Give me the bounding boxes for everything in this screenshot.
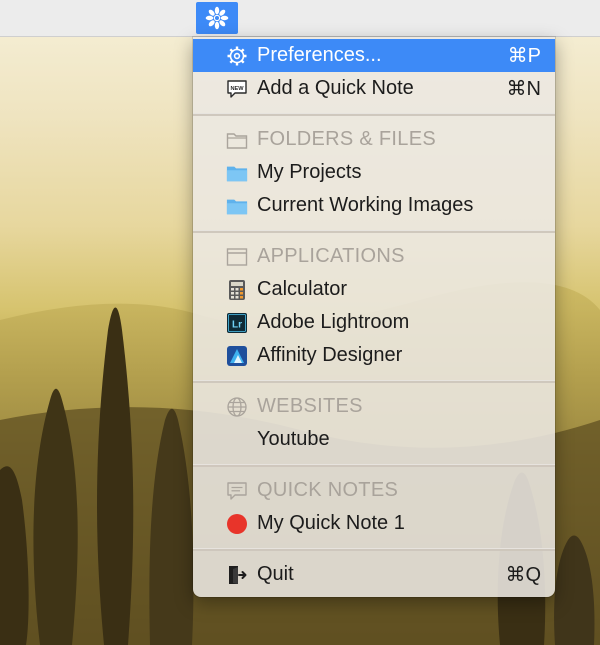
- menu-separator: [193, 380, 555, 383]
- menu-item-my-projects[interactable]: My Projects: [193, 156, 555, 189]
- calculator-app-icon: [226, 279, 248, 301]
- menu-item-affinity-designer[interactable]: Affinity Designer: [193, 339, 555, 372]
- shortcut-label: ⌘N: [506, 78, 541, 100]
- menu-separator: [193, 113, 555, 116]
- section-header-label: FOLDERS & FILES: [257, 128, 436, 150]
- section-header-label: WEBSITES: [257, 395, 363, 417]
- menu-item-label: Adobe Lightroom: [257, 311, 410, 333]
- shortcut-label: ⌘P: [507, 45, 541, 67]
- red-dot-icon: [226, 513, 248, 535]
- menu-item-youtube[interactable]: Youtube: [193, 423, 555, 456]
- menu-item-label: Quit: [257, 563, 294, 585]
- menu-item-label: Youtube: [257, 428, 330, 450]
- globe-icon: [226, 396, 248, 418]
- section-header-quick-notes: QUICK NOTES: [193, 474, 555, 507]
- section-header-websites: WEBSITES: [193, 390, 555, 423]
- folder-icon: [226, 195, 248, 217]
- menu-item-label: Current Working Images: [257, 194, 474, 216]
- menu-item-label: My Quick Note 1: [257, 512, 405, 534]
- menu-bar: [0, 0, 600, 37]
- lightroom-icon-text: Lr: [232, 319, 242, 330]
- menu-separator: [193, 464, 555, 467]
- menu-item-adobe-lightroom[interactable]: Lr Adobe Lightroom: [193, 306, 555, 339]
- menu-item-label: Preferences...: [257, 44, 382, 66]
- exit-door-icon: [226, 564, 248, 586]
- section-header-applications: APPLICATIONS: [193, 240, 555, 273]
- asterisk-flower-icon: [205, 6, 229, 30]
- menu-item-calculator[interactable]: Calculator: [193, 273, 555, 306]
- folder-icon: [226, 162, 248, 184]
- menu-item-label: Add a Quick Note: [257, 77, 414, 99]
- new-note-icon: NEW: [226, 78, 248, 100]
- menu-item-label: Calculator: [257, 278, 348, 300]
- menu-item-label: Affinity Designer: [257, 344, 403, 366]
- new-note-icon-text: NEW: [230, 85, 244, 91]
- status-menu-button[interactable]: [196, 2, 238, 34]
- menu-item-preferences[interactable]: Preferences... ⌘P: [193, 39, 555, 72]
- menu-item-label: My Projects: [257, 161, 362, 183]
- section-header-label: APPLICATIONS: [257, 245, 405, 267]
- menu-item-my-quick-note-1[interactable]: My Quick Note 1: [193, 507, 555, 540]
- speech-bubble-icon: [226, 480, 248, 502]
- affinity-designer-app-icon: [226, 345, 248, 367]
- menu-item-quit[interactable]: Quit ⌘Q: [193, 558, 555, 591]
- section-header-folders-files: FOLDERS & FILES: [193, 123, 555, 156]
- lightroom-app-icon: Lr: [226, 312, 248, 334]
- dropdown-menu: Preferences... ⌘P NEW Add a Quick Note ⌘…: [193, 37, 555, 597]
- window-icon: [226, 246, 248, 268]
- section-header-label: QUICK NOTES: [257, 479, 399, 501]
- menu-separator: [193, 548, 555, 551]
- menu-item-current-working-images[interactable]: Current Working Images: [193, 189, 555, 222]
- menu-item-add-quick-note[interactable]: NEW Add a Quick Note ⌘N: [193, 72, 555, 105]
- folder-outline-icon: [226, 129, 248, 151]
- shortcut-label: ⌘Q: [505, 564, 541, 586]
- menu-separator: [193, 230, 555, 233]
- gear-icon: [226, 45, 248, 67]
